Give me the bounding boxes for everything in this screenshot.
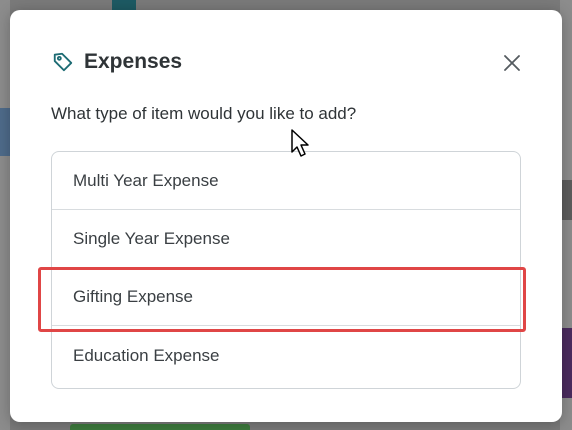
expense-type-list: Multi Year Expense Single Year Expense G… [51, 151, 521, 389]
close-icon [503, 54, 521, 77]
background-left-panel [0, 0, 10, 430]
option-multi-year-expense[interactable]: Multi Year Expense [52, 152, 520, 210]
background-blue-block [0, 108, 10, 156]
option-gifting-expense[interactable]: Gifting Expense [52, 268, 520, 326]
option-education-expense[interactable]: Education Expense [52, 326, 520, 386]
tag-icon [52, 51, 74, 73]
modal-title: Expenses [84, 50, 183, 73]
background-purple-block [562, 328, 572, 398]
expenses-modal: Expenses What type of item would you lik… [10, 10, 562, 422]
background-green-bar [70, 424, 250, 430]
modal-question: What type of item would you like to add? [51, 104, 357, 123]
option-single-year-expense[interactable]: Single Year Expense [52, 210, 520, 268]
close-button[interactable] [502, 54, 522, 77]
modal-header: Expenses [52, 50, 182, 74]
